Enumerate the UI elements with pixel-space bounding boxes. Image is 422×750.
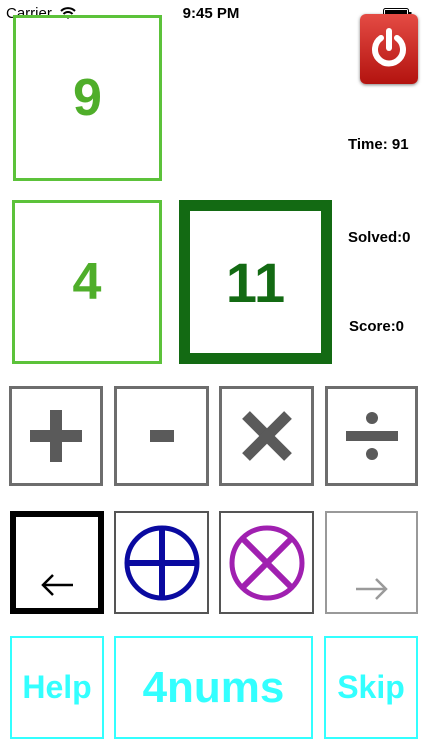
number-tile-bottom-right-value: 11 [225,250,286,314]
divide-button[interactable] [325,386,418,486]
power-icon [372,28,406,67]
number-tile-top[interactable]: 9 [13,15,162,181]
number-tile-bottom-left-value: 4 [72,253,102,311]
number-tile-bottom-right[interactable]: 11 [179,200,332,364]
skip-button-label: Skip [337,669,405,705]
solved-label: Solved:0 [348,229,411,246]
power-button[interactable] [360,14,418,84]
help-button[interactable]: Help [10,636,104,739]
skip-button[interactable]: Skip [324,636,418,739]
app-title: 4nums [142,662,285,712]
score-label: Score:0 [349,318,405,335]
arrow-right-icon [355,578,388,600]
number-tile-bottom-left[interactable]: 4 [12,200,162,364]
app-title-button[interactable]: 4nums [114,636,313,739]
redo-button[interactable] [325,511,418,614]
help-button-label: Help [22,669,92,705]
undo-button[interactable] [10,511,104,614]
plus-button[interactable] [9,386,103,486]
arrow-left-icon [41,574,73,596]
divide-icon [345,412,398,460]
circled-plus-button[interactable] [114,511,209,614]
minus-button[interactable] [114,386,209,486]
times-icon [241,411,292,461]
number-tile-top-value: 9 [73,69,102,127]
circled-plus-icon [124,525,199,600]
circled-times-button[interactable] [219,511,314,614]
circled-times-icon [229,525,304,600]
plus-icon [30,410,82,462]
minus-icon [149,430,174,442]
times-button[interactable] [219,386,314,486]
time-label: Time: 91 [348,136,409,153]
